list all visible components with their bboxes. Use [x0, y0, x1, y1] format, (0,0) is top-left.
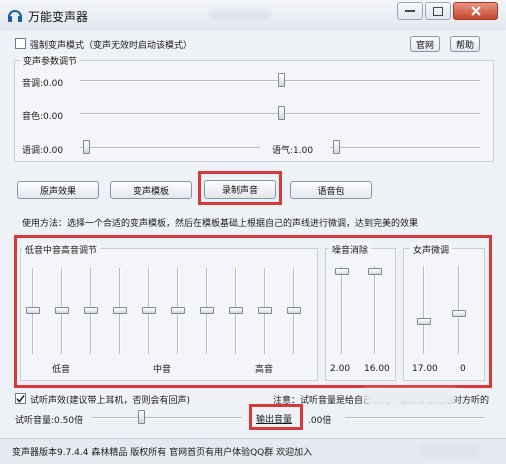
- tone-slider-thumb[interactable]: [83, 140, 90, 154]
- eq-title: 低音中音高音调节: [22, 243, 101, 256]
- force-mode-label: 强制变声模式（变声无效时启动该模式）: [30, 41, 193, 51]
- monitor-volume-thumb[interactable]: [138, 410, 145, 424]
- monitor-label: 试听声效(建议带上耳机，否则会有回声): [30, 396, 191, 406]
- eq-slider-thumb-3[interactable]: [84, 307, 98, 314]
- monitor-volume-track[interactable]: [92, 417, 242, 419]
- pitch-slider-thumb[interactable]: [278, 73, 285, 87]
- minimize-icon: [405, 10, 415, 12]
- female-value-1: 17.00: [412, 364, 438, 374]
- record-sound-button[interactable]: 录制声音: [204, 180, 276, 199]
- close-icon: [470, 6, 481, 16]
- usage-text: 使用方法：选择一个合适的变声模板，然后在模板基础上根据自己的声线进行微调，达到完…: [22, 219, 419, 229]
- maximize-icon: [433, 6, 443, 16]
- noise-slider-2-thumb[interactable]: [368, 268, 382, 275]
- noise-slider-1-track[interactable]: [341, 266, 343, 354]
- checkmark-icon: [16, 395, 25, 403]
- eq-slider-thumb-8[interactable]: [229, 307, 243, 314]
- breath-slider-thumb[interactable]: [333, 140, 340, 154]
- minimize-button[interactable]: [397, 2, 423, 20]
- eq-slider-thumb-10[interactable]: [287, 307, 301, 314]
- monitor-checkbox[interactable]: [15, 393, 26, 404]
- original-effect-button[interactable]: 原声效果: [17, 181, 99, 199]
- official-site-button[interactable]: 官网: [410, 36, 440, 52]
- output-volume-track[interactable]: [345, 417, 485, 419]
- noise-title: 噪音消除: [329, 243, 372, 256]
- monitor-volume-label: 试听音量:0.50倍: [15, 416, 84, 426]
- timbre-label: 音色:0.00: [22, 112, 64, 122]
- output-volume-value: .00倍: [308, 416, 332, 426]
- female-slider-1-thumb[interactable]: [417, 318, 431, 325]
- voice-pack-button[interactable]: 语音包: [290, 181, 372, 199]
- help-button[interactable]: 帮助: [450, 36, 480, 52]
- eq-slider-thumb-7[interactable]: [200, 307, 214, 314]
- headphones-icon: [8, 10, 22, 22]
- breath-label: 语气:1.00: [272, 146, 314, 156]
- title-bar: 万能变声器: [0, 0, 506, 30]
- pitch-label: 音调:0.00: [22, 79, 64, 89]
- params-group-title: 变声参数调节: [20, 54, 81, 67]
- output-volume-button[interactable]: 输出音量: [256, 412, 292, 425]
- noise-slider-2-track[interactable]: [374, 266, 376, 354]
- eq-slider-thumb-9[interactable]: [258, 307, 272, 314]
- status-blurred-text: [420, 444, 480, 458]
- title-blurred-text: [210, 10, 270, 20]
- eq-slider-thumb-4[interactable]: [113, 307, 127, 314]
- eq-high-label: 高音: [255, 365, 274, 375]
- eq-slider-thumb-1[interactable]: [26, 307, 40, 314]
- voice-template-button[interactable]: 变声模板: [110, 181, 192, 199]
- female-group: [403, 248, 485, 381]
- eq-slider-thumb-6[interactable]: [171, 307, 185, 314]
- blurred-overlay: [365, 390, 455, 406]
- status-text: 变声器版本9.7.4.4 森林精品 版权所有 官网首页有用户体验QQ群 欢迎加入: [12, 448, 313, 458]
- tone-slider-track[interactable]: [80, 147, 260, 149]
- eq-mid-label: 中音: [153, 365, 172, 375]
- close-button[interactable]: [453, 2, 498, 20]
- eq-slider-thumb-5[interactable]: [142, 307, 156, 314]
- timbre-slider-thumb[interactable]: [278, 106, 285, 120]
- noise-slider-1-thumb[interactable]: [335, 268, 349, 275]
- female-slider-2-thumb[interactable]: [452, 310, 466, 317]
- breath-slider-track[interactable]: [330, 147, 480, 149]
- force-mode-checkbox[interactable]: [15, 38, 26, 49]
- status-bar: 变声器版本9.7.4.4 森林精品 版权所有 官网首页有用户体验QQ群 欢迎加入: [0, 438, 506, 464]
- maximize-button[interactable]: [425, 2, 451, 20]
- noise-value-1: 2.00: [330, 364, 351, 374]
- window-title: 万能变声器: [28, 10, 89, 24]
- eq-low-label: 低音: [52, 365, 71, 375]
- female-value-2: 0: [460, 364, 466, 374]
- tone-label: 语调:0.00: [22, 146, 64, 156]
- female-title: 女声微调: [410, 243, 453, 256]
- female-slider-1-track[interactable]: [423, 266, 425, 354]
- app-window: 万能变声器 强制变声模式（变声无效时启动该模式） 官网 帮助 变声参数调节 音调…: [0, 0, 506, 464]
- eq-slider-thumb-2[interactable]: [55, 307, 69, 314]
- noise-value-2: 16.00: [364, 364, 390, 374]
